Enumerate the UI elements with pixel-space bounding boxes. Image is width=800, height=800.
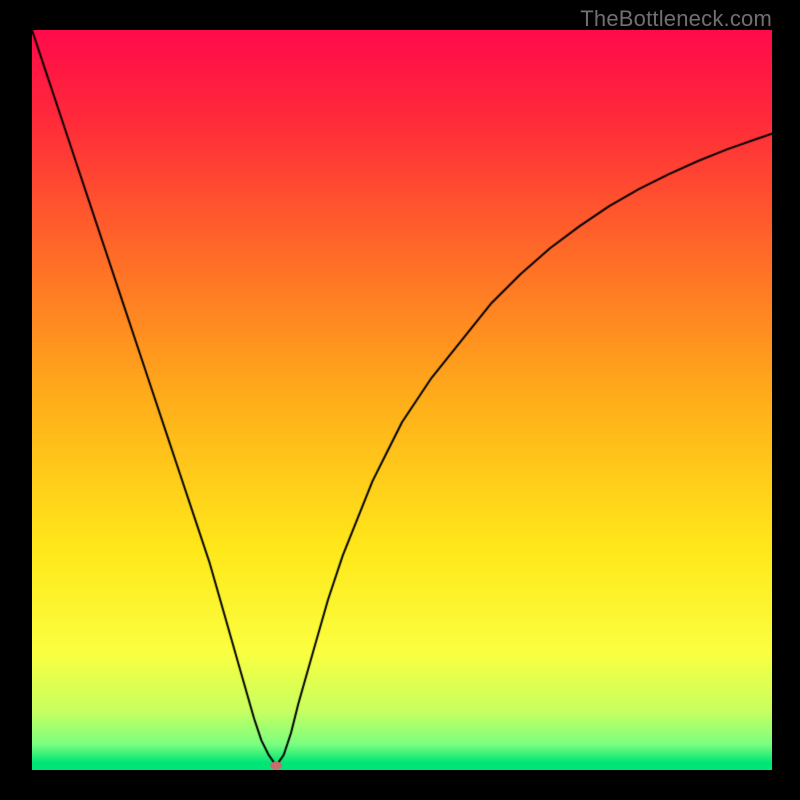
chart-frame bbox=[32, 30, 772, 770]
watermark-text: TheBottleneck.com bbox=[580, 6, 772, 32]
chart-curve bbox=[32, 30, 772, 770]
